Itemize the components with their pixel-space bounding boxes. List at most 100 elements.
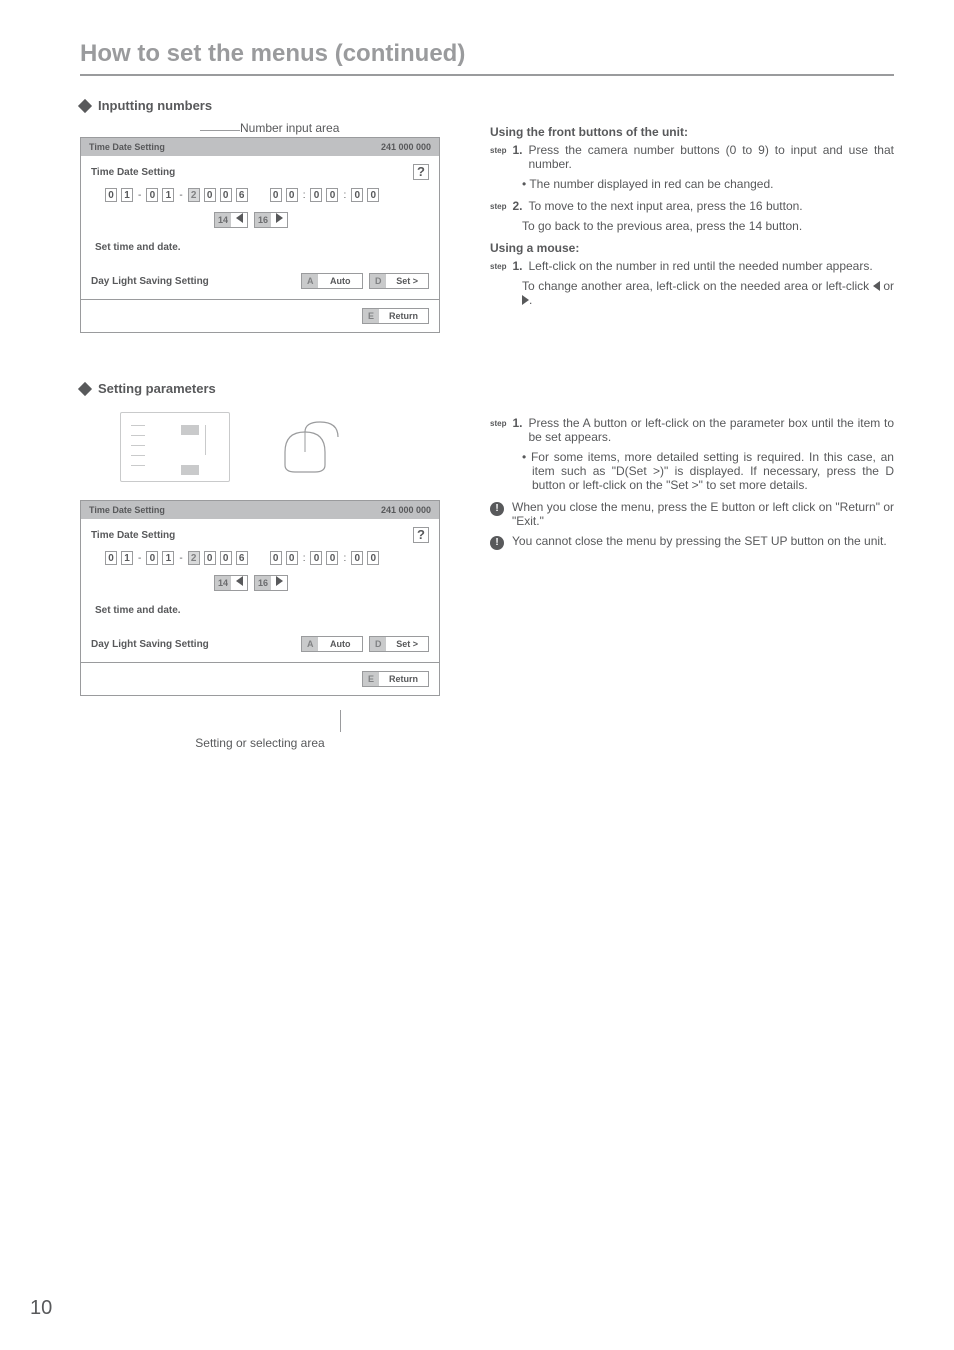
step-number: 2. (512, 199, 522, 213)
time-digit[interactable]: 0 (326, 188, 338, 202)
nav-next-button[interactable]: 16 (254, 575, 288, 591)
step-label: step (490, 202, 506, 213)
sep: - (137, 190, 142, 201)
diamond-icon (78, 381, 92, 395)
date-digit[interactable]: 1 (121, 551, 133, 565)
dls-label: Day Light Saving Setting (91, 276, 209, 287)
triangle-right-icon (271, 213, 287, 227)
button-letter: D (370, 637, 386, 651)
date-digit[interactable]: 0 (204, 188, 216, 202)
sep: : (302, 190, 307, 201)
date-digit[interactable]: 0 (146, 551, 158, 565)
date-digit[interactable]: 1 (162, 188, 174, 202)
panel-header-code: 241 000 000 (381, 142, 431, 152)
date-digit[interactable]: 0 (105, 551, 117, 565)
nav-prev-button[interactable]: 14 (214, 212, 248, 228)
callout-number-input-area: Number input area (240, 121, 460, 135)
button-letter: E (363, 672, 379, 686)
time-digit[interactable]: 0 (286, 188, 298, 202)
nav-prev-button[interactable]: 14 (214, 575, 248, 591)
callout-setting-area: Setting or selecting area (80, 736, 440, 750)
diamond-icon (78, 98, 92, 112)
date-digit[interactable]: 0 (220, 188, 232, 202)
note-text: You cannot close the menu by pressing th… (512, 534, 887, 550)
return-button[interactable]: E Return (362, 308, 429, 324)
instruction-text: Set time and date. (95, 605, 429, 616)
info-icon: ! (490, 502, 504, 516)
time-digit[interactable]: 0 (367, 188, 379, 202)
time-digit[interactable]: 0 (326, 551, 338, 565)
front-buttons-heading: Using the front buttons of the unit: (490, 125, 894, 139)
section-heading-setting-parameters: Setting parameters (80, 381, 894, 396)
button-letter: D (370, 274, 386, 288)
date-digit[interactable]: 6 (236, 188, 248, 202)
button-letter: E (363, 309, 379, 323)
settings-panel: Time Date Setting 241 000 000 Time Date … (80, 500, 440, 696)
nav-prev-num: 14 (215, 576, 231, 590)
step-label: step (490, 262, 506, 273)
unit-panel-illustration (120, 412, 230, 482)
help-button[interactable]: ? (413, 164, 429, 180)
date-digit[interactable]: 0 (146, 188, 158, 202)
date-digit-editable[interactable]: 2 (188, 188, 200, 202)
date-digit-editable[interactable]: 2 (188, 551, 200, 565)
button-letter: A (302, 637, 318, 651)
bullet-text: • The number displayed in red can be cha… (532, 177, 894, 191)
settings-panel: Time Date Setting 241 000 000 Time Date … (80, 137, 440, 333)
button-value: Return (379, 309, 428, 323)
date-time-row: 0 1 - 0 1 - 2 0 0 6 0 0 : 0 (105, 188, 429, 202)
step-text: Press the A button or left-click on the … (528, 416, 894, 444)
nav-prev-num: 14 (215, 213, 231, 227)
panel-subtitle: Time Date Setting (91, 530, 175, 541)
help-button[interactable]: ? (413, 527, 429, 543)
sep: : (302, 553, 307, 564)
time-digit[interactable]: 0 (286, 551, 298, 565)
dls-label: Day Light Saving Setting (91, 639, 209, 650)
date-digit[interactable]: 0 (220, 551, 232, 565)
time-digit[interactable]: 0 (310, 551, 322, 565)
triangle-left-icon (231, 213, 247, 227)
panel-header: Time Date Setting 241 000 000 (81, 501, 439, 519)
return-button[interactable]: E Return (362, 671, 429, 687)
auto-button[interactable]: A Auto (301, 636, 363, 652)
triangle-right-icon (522, 295, 529, 305)
time-digit[interactable]: 0 (367, 551, 379, 565)
section-heading-inputting: Inputting numbers (80, 98, 894, 113)
button-value: Auto (318, 274, 362, 288)
note-text: When you close the menu, press the E but… (512, 500, 894, 528)
time-digit[interactable]: 0 (351, 188, 363, 202)
date-digit[interactable]: 0 (105, 188, 117, 202)
date-digit[interactable]: 0 (204, 551, 216, 565)
step-number: 1. (512, 416, 522, 444)
date-digit[interactable]: 6 (236, 551, 248, 565)
time-digit[interactable]: 0 (310, 188, 322, 202)
mouse-illustration (270, 417, 350, 477)
time-digit[interactable]: 0 (270, 188, 282, 202)
nav-next-num: 16 (255, 213, 271, 227)
step-text: Left-click on the number in red until th… (528, 259, 872, 273)
nav-next-num: 16 (255, 576, 271, 590)
nav-next-button[interactable]: 16 (254, 212, 288, 228)
triangle-right-icon (271, 576, 287, 590)
date-digit[interactable]: 1 (121, 188, 133, 202)
time-digit[interactable]: 0 (351, 551, 363, 565)
panel-header-code: 241 000 000 (381, 505, 431, 515)
button-letter: A (302, 274, 318, 288)
button-value: Set > (386, 274, 428, 288)
sep: - (178, 553, 183, 564)
date-digit[interactable]: 1 (162, 551, 174, 565)
set-button[interactable]: D Set > (369, 636, 429, 652)
mouse-heading: Using a mouse: (490, 241, 894, 255)
sep: - (178, 190, 183, 201)
panel-header: Time Date Setting 241 000 000 (81, 138, 439, 156)
instruction-text: Set time and date. (95, 242, 429, 253)
sep: : (342, 553, 347, 564)
auto-button[interactable]: A Auto (301, 273, 363, 289)
date-time-row: 0 1 - 0 1 - 2 0 0 6 0 0 : 0 (105, 551, 429, 565)
info-icon: ! (490, 536, 504, 550)
page-number: 10 (30, 1297, 52, 1320)
callout-line (340, 710, 341, 732)
time-digit[interactable]: 0 (270, 551, 282, 565)
set-button[interactable]: D Set > (369, 273, 429, 289)
bullet-text: • For some items, more detailed setting … (532, 450, 894, 492)
